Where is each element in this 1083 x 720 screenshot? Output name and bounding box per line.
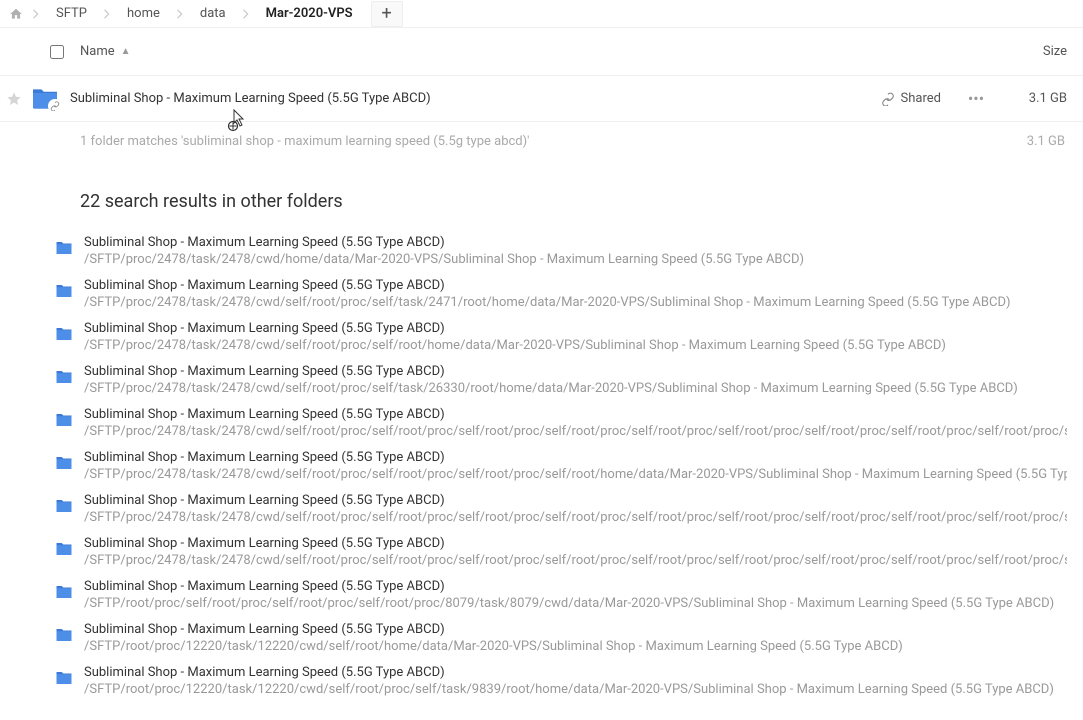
add-breadcrumb-button[interactable]: +	[371, 1, 403, 27]
match-summary-text: 1 folder matches 'subliminal shop - maxi…	[80, 134, 529, 149]
chevron-right-icon	[172, 1, 188, 27]
search-result-row[interactable]: Subliminal Shop - Maximum Learning Speed…	[48, 273, 1067, 316]
search-result-name: Subliminal Shop - Maximum Learning Speed…	[84, 535, 1067, 552]
home-icon[interactable]	[4, 1, 28, 27]
search-result-path: /SFTP/proc/2478/task/2478/cwd/self/root/…	[84, 466, 1067, 484]
search-result-row[interactable]: Subliminal Shop - Maximum Learning Speed…	[48, 359, 1067, 402]
search-result-row[interactable]: Subliminal Shop - Maximum Learning Speed…	[48, 617, 1067, 660]
search-result-path: /SFTP/proc/2478/task/2478/cwd/self/root/…	[84, 294, 1067, 312]
search-result-path: /SFTP/proc/2478/task/2478/cwd/home/data/…	[84, 251, 1067, 269]
select-all-checkbox[interactable]	[50, 45, 80, 59]
chevron-right-icon	[99, 1, 115, 27]
search-result-row[interactable]: Subliminal Shop - Maximum Learning Speed…	[48, 574, 1067, 617]
folder-icon	[48, 320, 80, 342]
search-result-path: /SFTP/proc/2478/task/2478/cwd/self/root/…	[84, 337, 1067, 355]
search-result-content: Subliminal Shop - Maximum Learning Speed…	[80, 535, 1067, 570]
matched-file-size: 3.1 GB	[1017, 91, 1067, 106]
search-result-path: /SFTP/proc/2478/task/2478/cwd/self/root/…	[84, 423, 1067, 441]
search-result-row[interactable]: Subliminal Shop - Maximum Learning Speed…	[48, 316, 1067, 359]
search-result-content: Subliminal Shop - Maximum Learning Speed…	[80, 621, 1067, 656]
folder-icon	[48, 621, 80, 643]
search-result-name: Subliminal Shop - Maximum Learning Speed…	[84, 277, 1067, 294]
search-result-row[interactable]: Subliminal Shop - Maximum Learning Speed…	[48, 230, 1067, 273]
folder-icon	[48, 234, 80, 256]
search-result-path: /SFTP/proc/2478/task/2478/cwd/self/root/…	[84, 552, 1067, 570]
breadcrumb-item[interactable]: Mar-2020-VPS	[254, 1, 365, 27]
search-result-row[interactable]: Subliminal Shop - Maximum Learning Speed…	[48, 445, 1067, 488]
folder-icon	[48, 406, 80, 428]
search-result-content: Subliminal Shop - Maximum Learning Speed…	[80, 320, 1067, 355]
chevron-right-icon	[238, 1, 254, 27]
search-result-content: Subliminal Shop - Maximum Learning Speed…	[80, 234, 1067, 269]
match-summary: 1 folder matches 'subliminal shop - maxi…	[0, 122, 1083, 161]
folder-icon	[28, 87, 62, 111]
search-result-name: Subliminal Shop - Maximum Learning Speed…	[84, 449, 1067, 466]
matched-file-name[interactable]: Subliminal Shop - Maximum Learning Speed…	[62, 91, 881, 106]
more-options-button[interactable]: •••	[965, 88, 987, 110]
search-result-row[interactable]: Subliminal Shop - Maximum Learning Speed…	[48, 488, 1067, 531]
search-result-name: Subliminal Shop - Maximum Learning Speed…	[84, 363, 1067, 380]
breadcrumb-bar: SFTP home data Mar-2020-VPS +	[0, 0, 1083, 28]
size-header-label: Size	[1043, 44, 1067, 59]
other-folders-heading: 22 search results in other folders	[0, 161, 1083, 230]
search-result-path: /SFTP/root/proc/12220/task/12220/cwd/sel…	[84, 681, 1067, 699]
table-header: Name ▲ Size	[0, 28, 1083, 76]
search-result-content: Subliminal Shop - Maximum Learning Speed…	[80, 449, 1067, 484]
search-result-content: Subliminal Shop - Maximum Learning Speed…	[80, 277, 1067, 312]
name-column-header[interactable]: Name ▲	[80, 44, 1007, 59]
search-result-row[interactable]: Subliminal Shop - Maximum Learning Speed…	[48, 402, 1067, 445]
search-results-list: Subliminal Shop - Maximum Learning Speed…	[0, 230, 1083, 703]
folder-icon	[48, 277, 80, 299]
search-result-content: Subliminal Shop - Maximum Learning Speed…	[80, 492, 1067, 527]
shared-badge[interactable]: Shared	[881, 91, 965, 106]
search-result-name: Subliminal Shop - Maximum Learning Speed…	[84, 406, 1067, 423]
search-result-name: Subliminal Shop - Maximum Learning Speed…	[84, 621, 1067, 638]
search-result-row[interactable]: Subliminal Shop - Maximum Learning Speed…	[48, 531, 1067, 574]
folder-icon	[48, 449, 80, 471]
search-result-path: /SFTP/root/proc/12220/task/12220/cwd/sel…	[84, 638, 1067, 656]
folder-icon	[48, 664, 80, 686]
search-result-path: /SFTP/proc/2478/task/2478/cwd/self/root/…	[84, 380, 1067, 398]
search-result-row[interactable]: Subliminal Shop - Maximum Learning Speed…	[48, 660, 1067, 703]
folder-icon	[48, 578, 80, 600]
chevron-right-icon	[28, 1, 44, 27]
search-result-name: Subliminal Shop - Maximum Learning Speed…	[84, 234, 1067, 251]
search-result-content: Subliminal Shop - Maximum Learning Speed…	[80, 664, 1067, 699]
size-column-header[interactable]: Size	[1007, 44, 1067, 59]
search-result-path: /SFTP/proc/2478/task/2478/cwd/self/root/…	[84, 509, 1067, 527]
shared-label: Shared	[901, 91, 941, 106]
search-result-content: Subliminal Shop - Maximum Learning Speed…	[80, 406, 1067, 441]
search-result-name: Subliminal Shop - Maximum Learning Speed…	[84, 320, 1067, 337]
match-summary-size: 3.1 GB	[1027, 134, 1065, 149]
folder-icon	[48, 363, 80, 385]
search-result-content: Subliminal Shop - Maximum Learning Speed…	[80, 363, 1067, 398]
search-result-path: /SFTP/root/proc/self/root/proc/self/root…	[84, 595, 1067, 613]
folder-icon	[48, 492, 80, 514]
breadcrumb-item[interactable]: home	[115, 1, 172, 27]
link-icon	[48, 99, 62, 113]
name-header-label: Name	[80, 44, 115, 59]
search-result-name: Subliminal Shop - Maximum Learning Speed…	[84, 664, 1067, 681]
folder-icon	[48, 535, 80, 557]
breadcrumb-item[interactable]: SFTP	[44, 1, 99, 27]
search-result-name: Subliminal Shop - Maximum Learning Speed…	[84, 492, 1067, 509]
matched-file-row[interactable]: Subliminal Shop - Maximum Learning Speed…	[0, 76, 1083, 122]
breadcrumb-item[interactable]: data	[188, 1, 238, 27]
search-result-content: Subliminal Shop - Maximum Learning Speed…	[80, 578, 1067, 613]
sort-ascending-icon: ▲	[121, 46, 131, 57]
search-result-name: Subliminal Shop - Maximum Learning Speed…	[84, 578, 1067, 595]
star-icon[interactable]	[0, 91, 28, 107]
